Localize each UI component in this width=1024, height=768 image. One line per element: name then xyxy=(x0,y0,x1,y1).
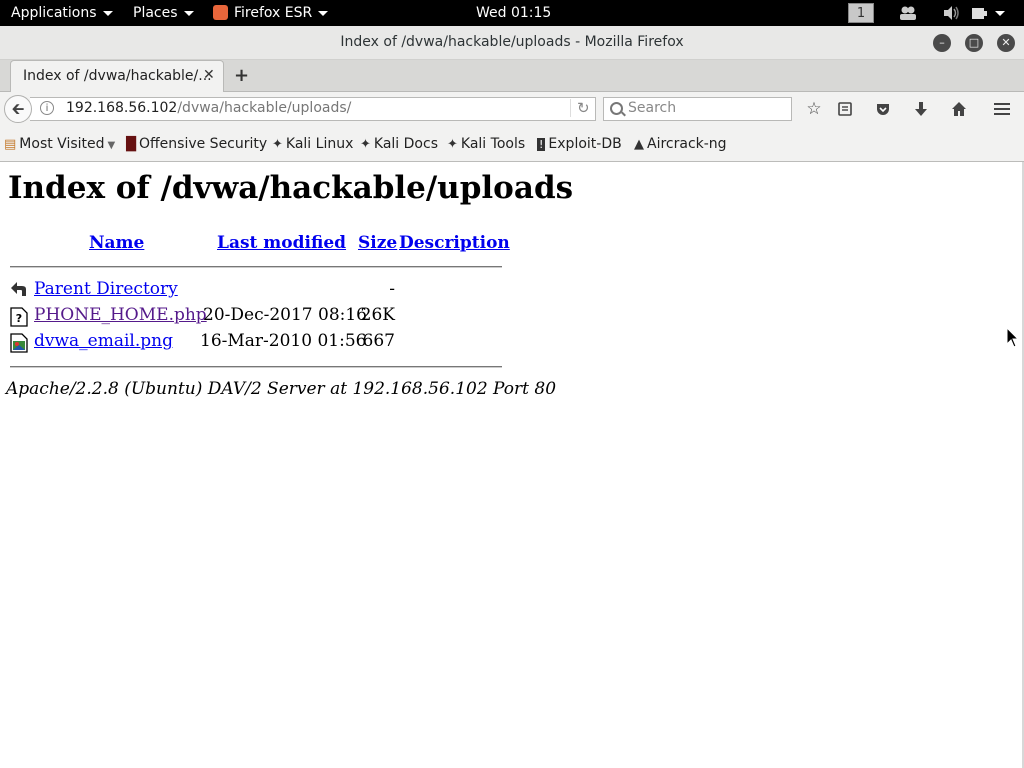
info-icon[interactable]: i xyxy=(40,101,54,115)
minimize-icon: – xyxy=(939,36,945,49)
bookmark-aircrack-ng[interactable]: ▲ Aircrack-ng xyxy=(634,136,727,152)
tab-label: Index of /dvwa/hackable/... xyxy=(23,68,212,84)
bookmark-label: Kali Docs xyxy=(373,136,438,152)
page-title: Index of /dvwa/hackable/uploads xyxy=(8,170,574,206)
reload-button[interactable]: ↻ xyxy=(570,99,590,117)
top-panel: Applications Places Firefox ESR Wed 01:1… xyxy=(0,0,1024,26)
bookmark-label: Most Visited xyxy=(19,136,105,152)
search-input[interactable]: Search xyxy=(603,97,792,121)
plus-icon: + xyxy=(234,65,250,86)
parent-directory-link[interactable]: Parent Directory xyxy=(34,279,178,299)
url-path: /dvwa/hackable/uploads/ xyxy=(177,100,352,116)
home-icon[interactable] xyxy=(947,97,971,121)
offensive-security-icon: █ xyxy=(126,137,136,152)
power-menu[interactable] xyxy=(971,0,1005,26)
kali-dragon-icon: ✦ xyxy=(272,137,283,152)
places-label: Places xyxy=(133,5,178,21)
file-link-dvwa-email[interactable]: dvwa_email.png xyxy=(34,331,173,351)
bookmark-label: Kali Linux xyxy=(285,136,354,152)
download-icon[interactable] xyxy=(909,97,933,121)
file-size: 26K xyxy=(360,305,395,325)
list-item: Parent Directory - xyxy=(0,279,520,303)
chevron-down-icon xyxy=(183,10,194,16)
image-file-icon xyxy=(10,333,28,353)
list-item: dvwa_email.png 16-Mar-2010 01:56 667 xyxy=(0,331,520,355)
clock[interactable]: Wed 01:15 xyxy=(476,0,551,26)
library-icon[interactable] xyxy=(833,97,857,121)
chevron-down-icon xyxy=(318,10,329,16)
column-header-description[interactable]: Description xyxy=(399,233,510,253)
back-arrow-icon: 🡰 xyxy=(11,99,25,118)
tab-strip: Index of /dvwa/hackable/... ✕ + xyxy=(0,60,1024,92)
places-menu[interactable]: Places xyxy=(133,0,194,26)
bookmark-label: Aircrack-ng xyxy=(647,136,727,152)
bookmark-kali-linux[interactable]: ✦ Kali Linux xyxy=(272,136,353,152)
chevron-down-icon: ▼ xyxy=(107,140,116,151)
url-bar[interactable]: i 192.168.56.102/dvwa/hackable/uploads/ … xyxy=(30,97,596,121)
aircrack-icon: ▲ xyxy=(634,137,644,152)
server-signature: Apache/2.2.8 (Ubuntu) DAV/2 Server at 19… xyxy=(6,379,557,399)
column-header-size[interactable]: Size xyxy=(358,233,397,253)
bookmark-label: Kali Tools xyxy=(460,136,526,152)
back-arrow-icon xyxy=(11,282,26,296)
file-modified: 20-Dec-2017 08:16 xyxy=(203,305,367,325)
search-icon xyxy=(610,102,623,115)
file-size: 667 xyxy=(362,331,395,351)
maximize-button[interactable]: □ xyxy=(965,34,983,52)
divider xyxy=(10,266,502,268)
column-header-last-modified[interactable]: Last modified xyxy=(217,233,346,253)
people-icon[interactable] xyxy=(899,0,917,26)
bookmark-star-icon[interactable]: ☆ xyxy=(802,97,826,121)
list-item: ? PHONE_HOME.php 20-Dec-2017 08:16 26K xyxy=(0,305,520,329)
chevron-down-icon xyxy=(995,10,1005,16)
applications-label: Applications xyxy=(11,5,97,21)
volume-icon[interactable] xyxy=(943,0,961,26)
kali-dragon-icon: ✦ xyxy=(360,137,371,152)
mouse-cursor-icon xyxy=(1006,327,1020,348)
new-tab-button[interactable]: + xyxy=(234,65,249,86)
tab-active[interactable]: Index of /dvwa/hackable/... ✕ xyxy=(10,60,224,92)
file-link-phone-home[interactable]: PHONE_HOME.php xyxy=(34,305,207,325)
bookmark-most-visited[interactable]: ▤ Most Visited ▼ xyxy=(4,136,115,152)
bookmark-label: Exploit-DB xyxy=(548,136,622,152)
firefox-app-menu[interactable]: Firefox ESR xyxy=(213,0,329,26)
bookmark-offensive-security[interactable]: █ Offensive Security xyxy=(126,136,267,152)
workspace-indicator[interactable]: 1 xyxy=(848,3,874,23)
close-icon: ✕ xyxy=(1001,36,1011,49)
divider xyxy=(10,366,502,368)
svg-text:?: ? xyxy=(16,312,22,325)
minimize-button[interactable]: – xyxy=(933,34,951,52)
most-visited-icon: ▤ xyxy=(4,137,17,152)
bookmark-exploit-db[interactable]: ! Exploit-DB xyxy=(537,136,622,152)
tab-close-icon[interactable]: ✕ xyxy=(203,67,215,83)
url-host: 192.168.56.102 xyxy=(66,100,178,116)
navigation-toolbar: i 192.168.56.102/dvwa/hackable/uploads/ … xyxy=(0,92,1024,126)
bookmarks-toolbar: ▤ Most Visited ▼ █ Offensive Security ✦ Kali… xyxy=(0,126,1024,162)
firefox-app-label: Firefox ESR xyxy=(234,5,313,21)
chevron-down-icon xyxy=(102,10,113,16)
window-titlebar[interactable]: Index of /dvwa/hackable/uploads - Mozill… xyxy=(0,26,1024,60)
battery-icon xyxy=(972,8,987,19)
url-text[interactable]: 192.168.56.102/dvwa/hackable/uploads/ xyxy=(66,100,351,116)
kali-dragon-icon: ✦ xyxy=(447,137,458,152)
search-placeholder: Search xyxy=(628,100,677,116)
column-header-name[interactable]: Name xyxy=(89,233,144,253)
applications-menu[interactable]: Applications xyxy=(11,0,113,26)
file-modified: 16-Mar-2010 01:56 xyxy=(200,331,367,351)
hamburger-menu-icon[interactable] xyxy=(990,97,1014,121)
unknown-file-icon: ? xyxy=(10,307,28,327)
page-content: Index of /dvwa/hackable/uploads Name Las… xyxy=(0,162,1022,768)
bookmark-kali-tools[interactable]: ✦ Kali Tools xyxy=(447,136,525,152)
close-window-button[interactable]: ✕ xyxy=(997,34,1015,52)
firefox-icon xyxy=(213,4,228,20)
maximize-icon: □ xyxy=(968,36,980,49)
back-button[interactable]: 🡰 xyxy=(4,95,32,123)
reload-icon: ↻ xyxy=(577,99,590,117)
bookmark-kali-docs[interactable]: ✦ Kali Docs xyxy=(360,136,438,152)
file-size: - xyxy=(389,279,395,299)
exploit-db-icon: ! xyxy=(537,138,546,151)
window-title: Index of /dvwa/hackable/uploads - Mozill… xyxy=(340,34,684,50)
pocket-icon[interactable] xyxy=(871,97,895,121)
bookmark-label: Offensive Security xyxy=(139,136,268,152)
